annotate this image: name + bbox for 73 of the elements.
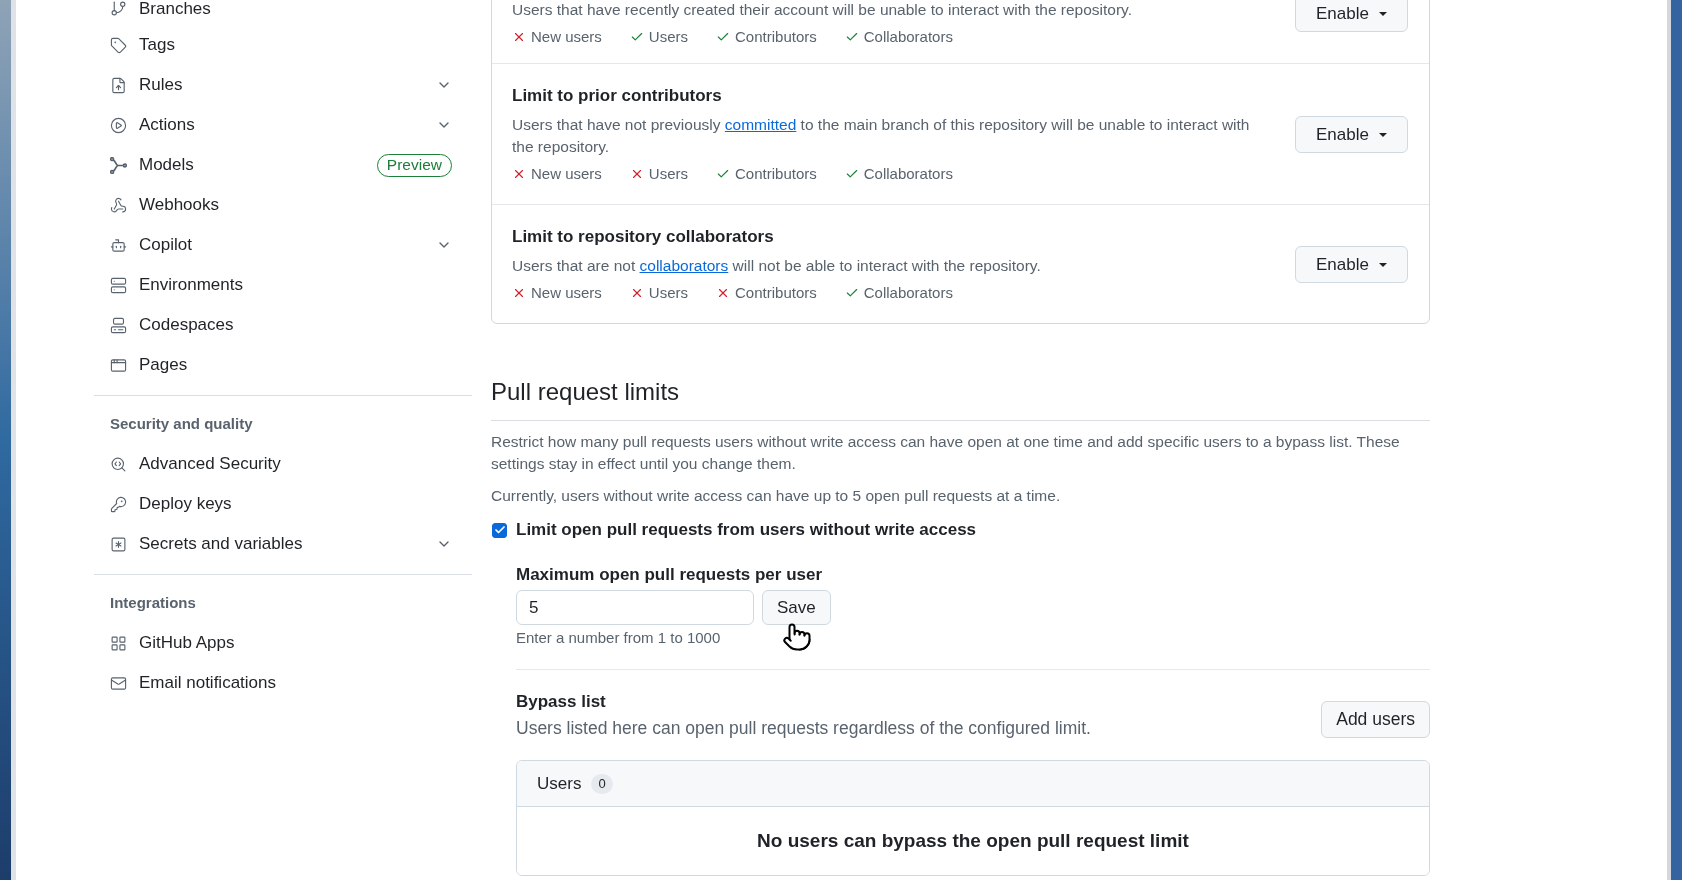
permission-label: Users — [648, 283, 689, 303]
caret-down-icon — [1378, 11, 1387, 16]
webhook-icon — [110, 196, 127, 214]
permission-label: Contributors — [735, 164, 817, 184]
sidebar-link[interactable]: Copilot — [110, 233, 192, 257]
mail-icon — [110, 674, 127, 692]
permission-label: New users — [531, 283, 602, 303]
robot-icon — [110, 236, 127, 254]
code-search-icon — [110, 455, 127, 473]
permission-label: New users — [531, 27, 602, 47]
number-input[interactable]: 5 — [516, 590, 754, 625]
text-link[interactable]: committed — [724, 116, 797, 133]
permission-label: New users — [531, 164, 602, 184]
sidebar-section-heading: Integrations — [109, 593, 197, 613]
count-badge: 0 — [591, 773, 613, 794]
checkbox[interactable] — [492, 522, 507, 538]
branch-icon — [110, 0, 127, 17]
file-arrow-icon — [110, 76, 127, 94]
save-button[interactable]: Save — [762, 590, 831, 625]
sidebar-link[interactable]: Webhooks — [110, 193, 219, 217]
rule-title: Limit to repository collaborators — [512, 226, 775, 248]
sidebar-section-heading: Security and quality — [109, 414, 254, 434]
sidebar-link[interactable]: Advanced Security — [110, 452, 281, 476]
tag-icon — [110, 36, 127, 54]
permission-label: Collaborators — [863, 27, 953, 47]
checkbox-label: Limit open pull requests from users without write access — [516, 519, 977, 541]
sidebar-link[interactable]: Tags — [110, 33, 175, 57]
sidebar-link[interactable]: Actions — [110, 113, 195, 137]
permission-label: Collaborators — [863, 164, 953, 184]
bypass-title: Bypass list — [516, 691, 607, 713]
text-link[interactable]: collaborators — [639, 257, 729, 274]
sidebar-link[interactable]: Email notifications — [110, 671, 276, 695]
caret-down-icon — [1378, 132, 1387, 137]
computer-icon — [110, 316, 127, 334]
play-circle-icon — [110, 116, 127, 134]
permission-label: Users — [648, 164, 689, 184]
grid-icon — [110, 634, 127, 652]
enable-button[interactable]: Enable — [1295, 0, 1408, 32]
field-label: Maximum open pull requests per user — [516, 564, 824, 586]
rule-title: Limit to prior contributors — [512, 85, 723, 107]
sidebar-link[interactable]: Codespaces — [110, 313, 234, 337]
rule-description: Users that are not collaborators will not be able to interact with the repository. — [512, 256, 1042, 276]
sidebar-link[interactable]: Models — [110, 153, 194, 177]
nodes-icon — [110, 156, 127, 174]
permission-label: Users — [648, 27, 689, 47]
sidebar-link[interactable]: Rules — [110, 73, 183, 97]
sidebar-link[interactable]: Pages — [110, 353, 188, 377]
permission-label: Contributors — [735, 283, 817, 303]
empty-state-message: No users can bypass the open pull request limit — [757, 828, 1189, 853]
key-icon — [110, 495, 127, 513]
sidebar-link[interactable]: Branches — [110, 0, 211, 21]
add-users-button[interactable]: Add users — [1321, 701, 1430, 738]
sidebar-link[interactable]: Environments — [110, 273, 243, 297]
server-icon — [110, 276, 127, 294]
sidebar-link[interactable]: Secrets and variables — [110, 532, 303, 556]
section-heading: Pull request limits — [491, 376, 1430, 421]
permission-label: Contributors — [735, 27, 817, 47]
enable-button[interactable]: Enable — [1295, 116, 1408, 153]
section-description: Restrict how many pull requests users without write access can have open at one time and add specific users to a bypass list. These settings stay in effect until you change them. — [491, 432, 1401, 474]
asterisk-square-icon — [110, 535, 127, 553]
users-label: Users — [537, 772, 582, 795]
sidebar-link[interactable]: Deploy keys — [110, 492, 232, 516]
sidebar-link[interactable]: GitHub Apps — [110, 631, 235, 655]
caret-down-icon — [1378, 262, 1387, 267]
browser-window-icon — [110, 356, 127, 374]
field-hint: Enter a number from 1 to 1000 — [516, 629, 722, 647]
enable-button[interactable]: Enable — [1295, 246, 1408, 283]
bypass-description: Users listed here can open pull requests regardless of the configured limit. — [516, 717, 1091, 740]
rule-description: Users that have recently created their account will be unable to interact with the repository. — [512, 0, 1134, 20]
permission-label: Collaborators — [863, 283, 953, 303]
check-icon — [493, 524, 506, 536]
rule-description: Users that have not previously committed to the main branch of this repository will be unable to interact with the repository. — [512, 115, 1251, 157]
current-limit-text: Currently, users without write access can have up to 5 open pull requests at a time. — [491, 486, 1062, 506]
